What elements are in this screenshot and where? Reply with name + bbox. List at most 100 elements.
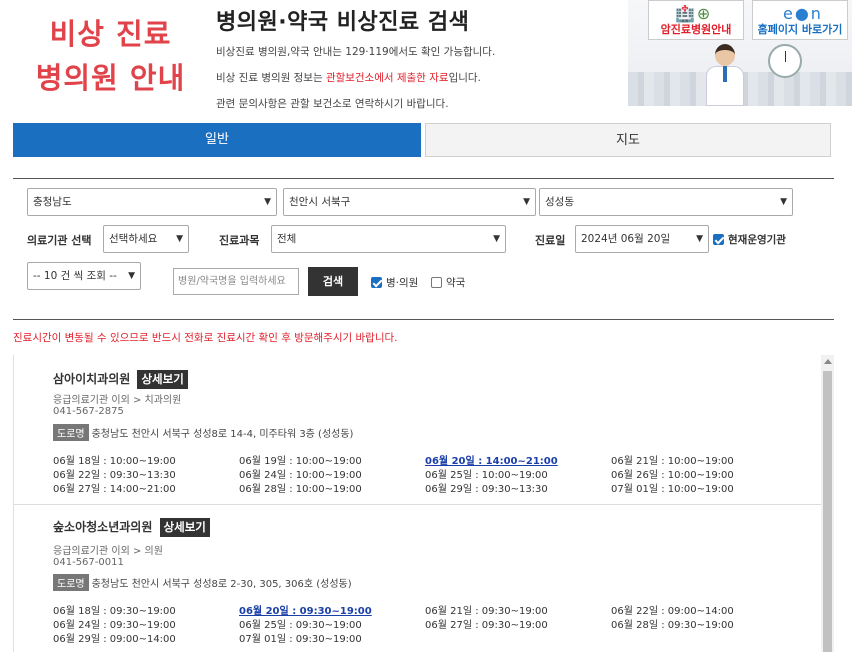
department-select[interactable]: 전체 ▼ <box>271 225 506 253</box>
schedule-item-today: 06월 20일 : 14:00~21:00 <box>425 456 558 467</box>
date-value: 2024년 06월 20일 <box>581 233 671 245</box>
notice-text: 진료시간이 변동될 수 있으므로 반드시 전화로 진료시간 확인 후 방문해주시… <box>13 332 398 344</box>
schedule-item: 06월 21일 : 09:30~19:00 <box>425 606 548 617</box>
schedule-item: 06월 27일 : 09:30~19:00 <box>425 620 548 631</box>
header-banner: 🏥⊕ 암진료병원안내 e●n 홈페이지 바로가기 <box>628 0 852 106</box>
page-size-value: -- 10 건 씩 조회 -- <box>33 270 117 282</box>
schedule-item: 06월 24일 : 10:00~19:00 <box>239 470 362 481</box>
schedule-item: 06월 25일 : 09:30~19:00 <box>239 620 362 631</box>
schedule-item: 06월 18일 : 09:30~19:00 <box>53 606 176 617</box>
clinic-phone: 041-567-2875 <box>53 406 124 417</box>
page-size-select[interactable]: -- 10 건 씩 조회 -- ▼ <box>27 262 141 290</box>
intro-text-2-prefix: 비상 진료 병의원 정보는 <box>216 72 326 84</box>
schedule-item: 06월 28일 : 09:30~19:00 <box>611 620 734 631</box>
clinic-name: 삼아이치과의원 상세보기 <box>53 370 188 389</box>
chevron-down-icon: ▼ <box>128 271 135 281</box>
search-button[interactable]: 검색 <box>308 267 358 296</box>
pharmacy-checkbox-label: 약국 <box>446 277 466 289</box>
schedule-item: 06월 29일 : 09:00~14:00 <box>53 634 176 645</box>
road-tag: 도로명 <box>53 424 89 441</box>
current-operating-label: 현재운영기관 <box>728 234 786 246</box>
chevron-down-icon: ▼ <box>696 234 703 244</box>
result-card: 삼아이치과의원 상세보기 응급의료기관 이외 > 치과의원 041-567-28… <box>14 355 821 505</box>
results-scrollbar[interactable] <box>821 355 834 652</box>
intro-text-2-highlight: 관할보건소에서 제출한 자료 <box>325 72 449 84</box>
schedule-item: 06월 29일 : 09:30~13:30 <box>425 484 548 495</box>
checkbox-checked-icon <box>371 277 382 288</box>
chevron-down-icon: ▼ <box>264 197 271 207</box>
institution-label: 의료기관 선택 <box>27 234 92 247</box>
logo-line-1: 비상 진료 <box>49 17 172 51</box>
schedule-item-today: 06월 20일 : 09:30~19:00 <box>239 606 372 617</box>
tab-map[interactable]: 지도 <box>425 123 831 157</box>
search-input[interactable]: 병원/약국명을 입력하세요 <box>173 268 299 295</box>
city-select[interactable]: 천안시 서북구 ▼ <box>283 188 536 216</box>
clinic-address-text: 충청남도 천안시 서북구 성성8로 2-30, 305, 306호 (성성동) <box>91 579 352 590</box>
clinic-name-text: 삼아이치과의원 <box>53 372 131 386</box>
chevron-down-icon: ▼ <box>493 234 500 244</box>
filter-bottom-divider <box>13 319 834 320</box>
scroll-up-arrow-icon[interactable] <box>824 359 832 364</box>
logo-line-2: 병의원 안내 <box>35 61 186 95</box>
intro-text-3: 관련 문의사항은 관할 보건소로 연락하시기 바랍니다. <box>216 98 449 110</box>
schedule-item: 06월 24일 : 09:30~19:00 <box>53 620 176 631</box>
checkbox-unchecked-icon <box>431 277 442 288</box>
schedule-item: 06월 28일 : 10:00~19:00 <box>239 484 362 495</box>
schedule-item: 06월 25일 : 10:00~19:00 <box>425 470 548 481</box>
date-label: 진료일 <box>535 234 566 247</box>
schedule-item: 06월 22일 : 09:30~13:30 <box>53 470 176 481</box>
scrollbar-thumb[interactable] <box>823 371 832 652</box>
checkbox-checked-icon <box>713 234 724 245</box>
current-operating-checkbox[interactable]: 현재운영기관 <box>713 232 786 247</box>
chevron-down-icon: ▼ <box>780 197 787 207</box>
clock-icon <box>768 44 802 78</box>
dong-select[interactable]: 성성동 ▼ <box>539 188 793 216</box>
filter-top-divider <box>13 178 834 179</box>
emergency-clinic-logo: 비상 진료 병의원 안내 <box>28 12 193 100</box>
schedule-item: 06월 26일 : 10:00~19:00 <box>611 470 734 481</box>
schedule-item: 06월 21일 : 10:00~19:00 <box>611 456 734 467</box>
department-value: 전체 <box>277 233 297 245</box>
clinic-category: 응급의료기관 이외 > 의원 <box>53 546 163 557</box>
cancer-hospital-label: 암진료병원안내 <box>660 23 732 36</box>
intro-text-1: 비상진료 병의원,약국 안내는 129·119에서도 확인 가능합니다. <box>216 46 496 58</box>
homepage-label: 홈페이지 바로가기 <box>757 23 843 36</box>
date-select[interactable]: 2024년 06월 20일 ▼ <box>575 225 709 253</box>
schedule-item: 06월 27일 : 14:00~21:00 <box>53 484 176 495</box>
road-tag: 도로명 <box>53 574 89 591</box>
department-label: 진료과목 <box>219 234 260 247</box>
clinic-phone: 041-567-0011 <box>53 557 124 568</box>
schedule-item: 07월 01일 : 09:30~19:00 <box>239 634 362 645</box>
province-select[interactable]: 충청남도 ▼ <box>27 188 277 216</box>
doctor-illustration <box>706 44 744 106</box>
tab-general[interactable]: 일반 <box>13 123 421 157</box>
clinic-name: 숲소아청소년과의원 상세보기 <box>53 518 210 537</box>
intro-text-2: 비상 진료 병의원 정보는 관할보건소에서 제출한 자료입니다. <box>216 70 481 85</box>
dong-value: 성성동 <box>545 196 574 208</box>
clinic-address-text: 충청남도 천안시 서북구 성성8로 14-4, 미주타워 3층 (성성동) <box>91 429 354 440</box>
page-title: 병의원·약국 비상진료 검색 <box>216 10 470 35</box>
detail-button[interactable]: 상세보기 <box>159 518 210 537</box>
clinic-address: 도로명 충청남도 천안시 서북구 성성8로 2-30, 305, 306호 (성성… <box>53 574 352 591</box>
intro-text-2-suffix: 입니다. <box>448 72 481 84</box>
result-card: 숲소아청소년과의원 상세보기 응급의료기관 이외 > 의원 041-567-00… <box>14 506 821 652</box>
detail-button[interactable]: 상세보기 <box>137 370 188 389</box>
pharmacy-checkbox[interactable]: 약국 <box>431 275 465 290</box>
clinic-category: 응급의료기관 이외 > 치과의원 <box>53 395 182 406</box>
chevron-down-icon: ▼ <box>176 234 183 244</box>
cancer-hospital-button[interactable]: 🏥⊕ 암진료병원안내 <box>648 0 744 40</box>
results-list: 삼아이치과의원 상세보기 응급의료기관 이외 > 치과의원 041-567-28… <box>13 355 834 652</box>
clinic-name-text: 숲소아청소년과의원 <box>53 520 153 534</box>
clinic-address: 도로명 충청남도 천안시 서북구 성성8로 14-4, 미주타워 3층 (성성동) <box>53 424 353 441</box>
chevron-down-icon: ▼ <box>523 197 530 207</box>
province-value: 충청남도 <box>33 196 72 208</box>
schedule-item: 06월 22일 : 09:00~14:00 <box>611 606 734 617</box>
institution-select[interactable]: 선택하세요 ▼ <box>103 225 189 253</box>
city-value: 천안시 서북구 <box>289 196 351 208</box>
schedule-item: 06월 18일 : 10:00~19:00 <box>53 456 176 467</box>
hospital-checkbox[interactable]: 병·의원 <box>371 275 418 290</box>
homepage-button[interactable]: e●n 홈페이지 바로가기 <box>752 0 848 40</box>
schedule-item: 07월 01일 : 10:00~19:00 <box>611 484 734 495</box>
schedule-item: 06월 19일 : 10:00~19:00 <box>239 456 362 467</box>
institution-value: 선택하세요 <box>109 233 158 245</box>
